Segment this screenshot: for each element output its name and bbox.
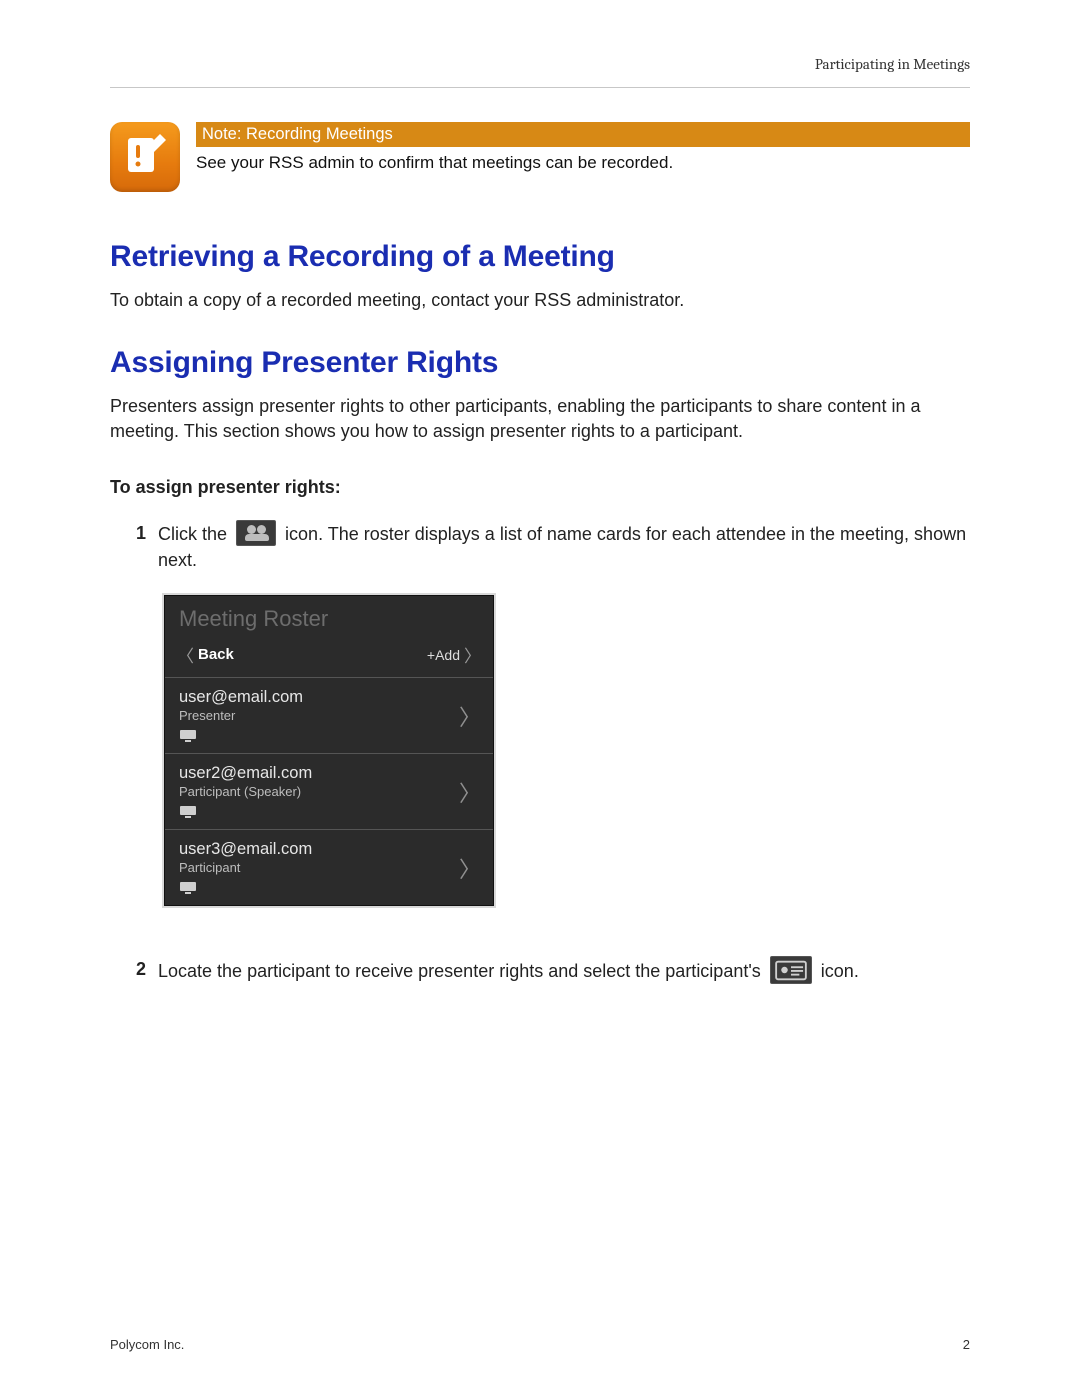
- roster-toolbar: 〈 Back +Add 〉: [165, 636, 493, 678]
- roster-email: user@email.com: [179, 688, 479, 707]
- document-page: Participating in Meetings Note: Recordin…: [0, 0, 1080, 1397]
- monitor-icon: [179, 729, 197, 743]
- name-card-icon: [770, 956, 812, 984]
- steps-list: 1 Click the icon. The roster displays a …: [132, 520, 970, 573]
- para-assigning: Presenters assign presenter rights to ot…: [110, 394, 970, 443]
- meeting-roster-screenshot: Meeting Roster 〈 Back +Add 〉 user@email.…: [164, 595, 494, 906]
- roster-email: user3@email.com: [179, 840, 479, 859]
- step-2-text-b: icon.: [821, 961, 859, 981]
- para-retrieving: To obtain a copy of a recorded meeting, …: [110, 288, 970, 312]
- step-1-text-b: icon. The roster displays a list of name…: [158, 524, 966, 570]
- step-number: 1: [132, 520, 146, 546]
- step-1-text-a: Click the: [158, 524, 232, 544]
- heading-assigning: Assigning Presenter Rights: [110, 346, 970, 380]
- page-footer: Polycom Inc. 2: [110, 1337, 970, 1352]
- chevron-right-icon: 〉: [459, 700, 481, 732]
- note-alert-icon: [110, 122, 180, 192]
- note-title-bar: Note: Recording Meetings: [196, 122, 970, 147]
- back-button[interactable]: 〈 Back: [177, 642, 234, 667]
- add-label: +Add: [427, 647, 460, 663]
- roster-icon: [236, 520, 276, 546]
- roster-role: Participant (Speaker): [179, 784, 479, 799]
- chevron-right-icon: 〉: [459, 776, 481, 808]
- subheading-to-assign: To assign presenter rights:: [110, 477, 970, 498]
- note-text: See your RSS admin to confirm that meeti…: [196, 153, 970, 173]
- roster-role: Presenter: [179, 708, 479, 723]
- page-number: 2: [963, 1337, 970, 1352]
- roster-title: Meeting Roster: [165, 596, 493, 636]
- roster-email: user2@email.com: [179, 764, 479, 783]
- roster-item[interactable]: user3@email.com Participant 〉: [165, 830, 493, 905]
- note-callout: Note: Recording Meetings See your RSS ad…: [110, 122, 970, 192]
- chevron-right-icon: 〉: [464, 642, 481, 667]
- steps-list-cont: 2 Locate the participant to receive pres…: [132, 956, 970, 984]
- chevron-right-icon: 〉: [459, 852, 481, 884]
- footer-company: Polycom Inc.: [110, 1337, 184, 1352]
- running-head: Participating in Meetings: [110, 55, 970, 73]
- chevron-left-icon: 〈: [177, 642, 194, 667]
- roster-item[interactable]: user2@email.com Participant (Speaker) 〉: [165, 754, 493, 830]
- step-2-text-a: Locate the participant to receive presen…: [158, 961, 766, 981]
- monitor-icon: [179, 881, 197, 895]
- roster-item[interactable]: user@email.com Presenter 〉: [165, 678, 493, 754]
- heading-retrieving: Retrieving a Recording of a Meeting: [110, 240, 970, 274]
- header-rule: [110, 87, 970, 88]
- roster-role: Participant: [179, 860, 479, 875]
- add-button[interactable]: +Add 〉: [427, 642, 481, 667]
- step-1: 1 Click the icon. The roster displays a …: [132, 520, 970, 573]
- monitor-icon: [179, 805, 197, 819]
- step-number: 2: [132, 956, 146, 982]
- step-2: 2 Locate the participant to receive pres…: [132, 956, 970, 984]
- back-label: Back: [198, 646, 234, 663]
